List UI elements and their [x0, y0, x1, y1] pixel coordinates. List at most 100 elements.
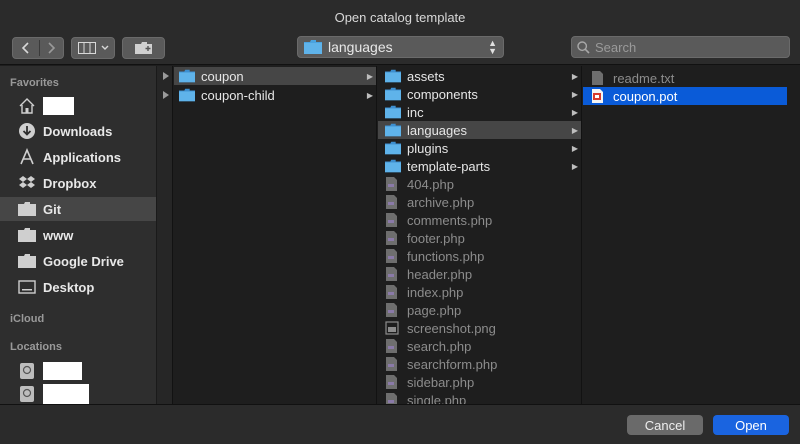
dropbox-icon	[17, 174, 37, 192]
folder-icon	[179, 69, 195, 83]
updown-chevron-icon: ▲ ▼	[488, 38, 497, 56]
list-item[interactable]: components ▶	[378, 85, 581, 103]
php-file-icon	[385, 375, 401, 389]
list-item[interactable]: footer.php	[378, 229, 581, 247]
list-item[interactable]: functions.php	[378, 247, 581, 265]
forward-button[interactable]	[38, 41, 63, 55]
column-gutter	[157, 66, 173, 404]
list-item-label: index.php	[407, 284, 464, 300]
location-label-redacted	[43, 362, 82, 380]
sidebar-item-label: Desktop	[43, 279, 95, 295]
sidebar-item-downloads[interactable]: Downloads	[0, 119, 156, 143]
list-item-coupon-child[interactable]: coupon-child ▶	[174, 86, 376, 104]
list-item[interactable]: languages ▶	[378, 121, 581, 139]
sidebar-item-home[interactable]	[0, 94, 156, 118]
list-item[interactable]: assets ▶	[378, 67, 581, 85]
list-item[interactable]: page.php	[378, 301, 581, 319]
list-item[interactable]: inc ▶	[378, 103, 581, 121]
sidebar-item-location-1[interactable]	[0, 359, 156, 383]
pot-file-icon	[591, 89, 607, 103]
chevron-left-icon	[21, 42, 29, 54]
disk-icon	[17, 362, 37, 380]
disclosure-arrow-icon: ▶	[571, 125, 578, 135]
disclosure-arrow-icon	[163, 72, 169, 80]
folder-icon	[304, 40, 322, 54]
applications-icon	[17, 148, 37, 166]
folder-icon	[385, 159, 401, 173]
sidebar-item-dropbox[interactable]: Dropbox	[0, 171, 156, 195]
path-popup-label: languages	[328, 39, 393, 55]
sidebar-item-google-drive[interactable]: Google Drive	[0, 249, 156, 273]
list-item-label: footer.php	[407, 230, 465, 246]
list-item-coupon[interactable]: coupon ▶	[174, 67, 376, 85]
list-item[interactable]: searchform.php	[378, 355, 581, 373]
path-popup[interactable]: languages ▲ ▼	[297, 36, 504, 58]
column-2: assets ▶ components ▶ inc ▶ languages ▶ plugins ▶…	[378, 66, 582, 404]
title-bar: Open catalog template	[0, 0, 800, 32]
sidebar-item-applications[interactable]: Applications	[0, 145, 156, 169]
sidebar-item-home-label-redacted	[43, 97, 74, 115]
list-item-label: screenshot.png	[407, 320, 496, 336]
list-item-label: template-parts	[407, 158, 491, 174]
location-label-redacted	[43, 384, 89, 404]
list-item-label: coupon.pot	[613, 88, 678, 104]
list-item-label: 404.php	[407, 176, 454, 192]
new-folder-button[interactable]	[122, 37, 165, 59]
sidebar-item-location-2[interactable]	[0, 382, 156, 404]
list-item-label: page.php	[407, 302, 462, 318]
view-mode-button[interactable]	[71, 37, 115, 59]
list-item-label: functions.php	[407, 248, 485, 264]
list-item-label: single.php	[407, 392, 467, 405]
chevron-down-icon	[101, 45, 108, 50]
list-item-label: components	[407, 86, 478, 102]
sidebar-item-desktop[interactable]: Desktop	[0, 275, 156, 299]
list-item[interactable]: header.php	[378, 265, 581, 283]
list-item[interactable]: single.php	[378, 391, 581, 405]
folder-icon	[385, 69, 401, 83]
sidebar-item-www[interactable]: www	[0, 223, 156, 247]
list-item[interactable]: 404.php	[378, 175, 581, 193]
php-file-icon	[385, 285, 401, 299]
column-3: readme.txt coupon.pot	[583, 66, 800, 404]
folder-icon	[17, 252, 37, 270]
php-file-icon	[385, 267, 401, 281]
back-button[interactable]	[13, 41, 38, 55]
sidebar-item-label: Git	[43, 201, 62, 217]
php-file-icon	[385, 303, 401, 317]
list-item[interactable]: comments.php	[378, 211, 581, 229]
list-item[interactable]: sidebar.php	[378, 373, 581, 391]
dialog-footer: Cancel Open	[0, 404, 800, 444]
list-item[interactable]: search.php	[378, 337, 581, 355]
cancel-button[interactable]: Cancel	[627, 415, 703, 435]
list-item-label: header.php	[407, 266, 473, 282]
disclosure-arrow-icon: ▶	[366, 90, 373, 100]
sidebar-item-label: www	[43, 227, 74, 243]
disclosure-arrow-icon: ▶	[366, 71, 373, 81]
disclosure-arrow-icon: ▶	[571, 89, 578, 99]
disclosure-arrow-icon: ▶	[571, 107, 578, 117]
search-input[interactable]	[595, 39, 775, 55]
sidebar-item-git[interactable]: Git	[0, 197, 156, 221]
list-item[interactable]: plugins ▶	[378, 139, 581, 157]
php-file-icon	[385, 231, 401, 245]
text-file-icon	[591, 71, 607, 85]
disclosure-arrow-icon: ▶	[571, 143, 578, 153]
open-button[interactable]: Open	[713, 415, 789, 435]
desktop-icon	[17, 278, 37, 296]
list-item[interactable]: template-parts ▶	[378, 157, 581, 175]
list-item[interactable]: archive.php	[378, 193, 581, 211]
list-item-readme[interactable]: readme.txt	[583, 69, 800, 87]
sidebar-header-favorites: Favorites	[10, 77, 59, 89]
list-item-label: plugins	[407, 140, 449, 156]
chevron-right-icon	[47, 42, 55, 54]
list-item[interactable]: index.php	[378, 283, 581, 301]
list-item[interactable]: screenshot.png	[378, 319, 581, 337]
sidebar-item-label: Downloads	[43, 123, 113, 139]
toolbar: languages ▲ ▼	[0, 32, 800, 65]
list-item-label: coupon	[201, 68, 244, 84]
list-item-coupon-pot[interactable]: coupon.pot	[583, 87, 787, 105]
folder-icon	[17, 226, 37, 244]
search-field[interactable]	[571, 36, 790, 58]
php-file-icon	[385, 177, 401, 191]
image-file-icon	[385, 321, 401, 335]
